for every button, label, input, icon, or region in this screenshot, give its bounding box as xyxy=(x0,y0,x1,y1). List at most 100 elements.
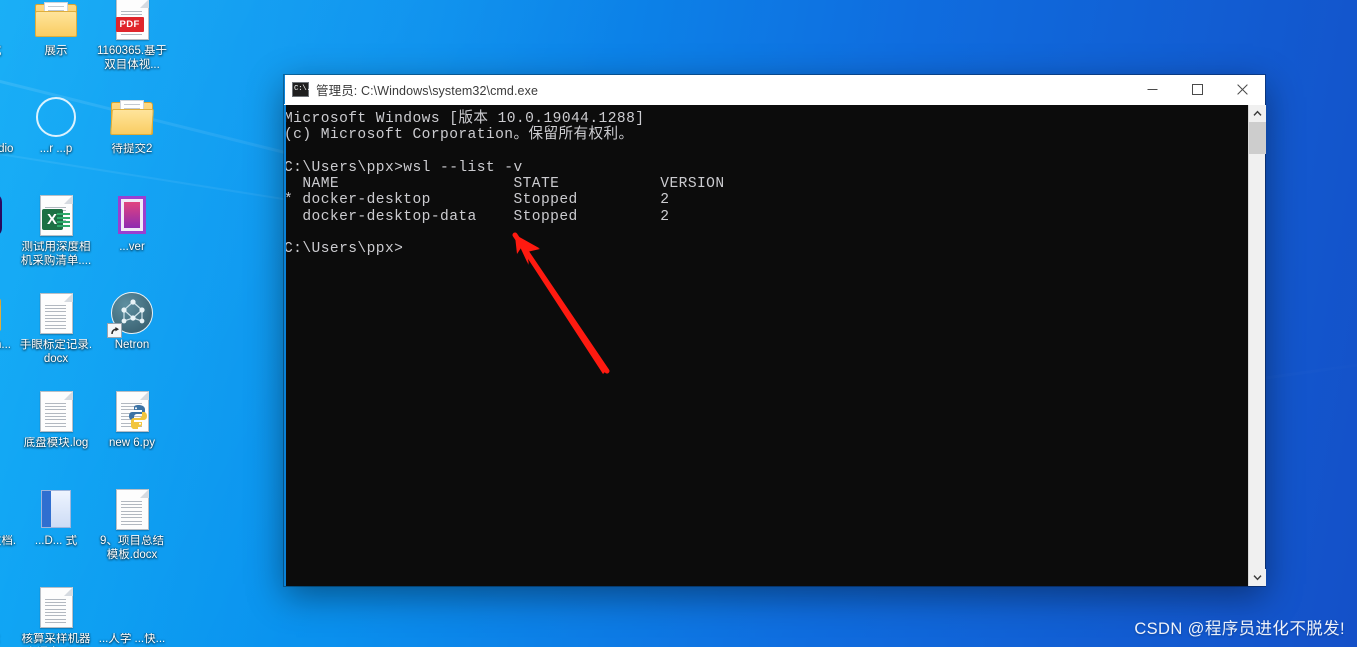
scroll-up-button[interactable] xyxy=(1249,105,1266,122)
circle-app-icon xyxy=(36,97,76,137)
python-file-icon xyxy=(116,391,149,432)
scrollbar-thumb[interactable] xyxy=(1249,122,1266,154)
document-icon xyxy=(40,587,73,628)
desktop-icon-art xyxy=(0,0,3,42)
desktop-icon-label: 1160365.基于双目体视... xyxy=(95,45,169,72)
desktop-icon-art xyxy=(33,94,79,140)
desktop[interactable]: ...le... 式展示 PDF 1160365.基于双目体视... Visual S… xyxy=(0,0,1357,647)
desktop-icon-label: ...图书 xyxy=(0,437,17,451)
desktop-icon-label: ...D... 式 xyxy=(19,535,93,549)
desktop-icon[interactable]: 9、项目总结模板.docx xyxy=(94,482,170,580)
console-line: * docker-desktop Stopped 2 xyxy=(284,192,1248,208)
window-controls[interactable] xyxy=(1130,75,1265,105)
folder-icon xyxy=(35,2,77,37)
desktop-icon-label: ...r ...p xyxy=(19,143,93,157)
pdf-badge: PDF xyxy=(116,17,144,32)
scrollbar-track[interactable] xyxy=(1249,122,1265,569)
console-lines: Microsoft Windows [版本 10.0.19044.1288](c… xyxy=(284,111,1248,258)
close-button[interactable] xyxy=(1220,75,1265,105)
maximize-button[interactable] xyxy=(1175,75,1220,105)
desktop-icon[interactable]: ...D... 式 xyxy=(18,482,94,580)
desktop-icon-art xyxy=(33,0,79,42)
desktop-icon-label: 测试用深度相机采购清单.... xyxy=(19,241,93,268)
desktop-icon[interactable]: new 6.py xyxy=(94,384,170,482)
folder-icon xyxy=(0,296,1,331)
desktop-icon-label: Visual Studio 20... xyxy=(0,143,17,170)
document-icon xyxy=(40,293,73,334)
viewer-app-icon xyxy=(118,196,146,234)
desktop-icon[interactable]: ...r ...p xyxy=(18,90,94,188)
desktop-icon[interactable]: Visual Studio 20... xyxy=(0,90,18,188)
desktop-icon-label: 手眼标定记录.docx xyxy=(19,339,93,366)
desktop-icon-art xyxy=(109,290,155,336)
desktop-icon-grid[interactable]: ...le... 式展示 PDF 1160365.基于双目体视... Visual S… xyxy=(0,0,272,647)
desktop-icon[interactable]: X 测试用深度相机采购清单.... xyxy=(18,188,94,286)
desktop-icon-art xyxy=(0,94,3,140)
console-line xyxy=(284,144,1248,160)
desktop-icon-art xyxy=(109,94,155,140)
visual-studio-icon xyxy=(0,96,1,138)
desktop-icon[interactable]: 核算采样机器人调查.docx xyxy=(18,580,94,647)
blue-document-icon xyxy=(41,490,71,528)
desktop-icon[interactable]: Netron xyxy=(94,286,170,384)
console-line: C:\Users\ppx> xyxy=(284,241,1248,257)
cmd-console-icon xyxy=(292,82,309,97)
desktop-icon[interactable]: ...图书 xyxy=(0,384,18,482)
desktop-icon[interactable]: ...ver xyxy=(94,188,170,286)
desktop-icon-label: Inspection... xyxy=(0,339,17,353)
minimize-button[interactable] xyxy=(1130,75,1175,105)
console-line: docker-desktop-data Stopped 2 xyxy=(284,209,1248,225)
console-left-edge xyxy=(284,105,286,586)
desktop-icon-art xyxy=(0,192,3,238)
csdn-watermark: CSDN @程序员进化不脱发! xyxy=(1134,615,1345,639)
desktop-icon-art: X xyxy=(33,192,79,238)
window-accent-edge xyxy=(284,75,285,104)
shortcut-overlay-icon xyxy=(107,323,122,338)
console-scrollbar[interactable] xyxy=(1248,105,1265,586)
desktop-icon-label: 待提交2 xyxy=(95,143,169,157)
console-line: (c) Microsoft Corporation。保留所有权利。 xyxy=(284,127,1248,143)
desktop-icon-art xyxy=(0,486,3,532)
desktop-icon-label: new 6.py xyxy=(95,437,169,451)
folder-open-icon xyxy=(111,100,153,135)
desktop-icon[interactable]: Pixso xyxy=(0,188,18,286)
document-icon xyxy=(116,489,149,530)
cmd-window[interactable]: 管理员: C:\Windows\system32\cmd.exe xyxy=(284,75,1265,586)
cmd-body: Microsoft Windows [版本 10.0.19044.1288](c… xyxy=(284,105,1265,586)
desktop-icon[interactable]: 手眼标定记录.docx xyxy=(18,286,94,384)
desktop-icon-art xyxy=(33,486,79,532)
desktop-icon[interactable]: 待提交2 xyxy=(94,90,170,188)
window-title: 管理员: C:\Windows\system32\cmd.exe xyxy=(316,80,538,99)
desktop-icon[interactable]: 新建文本文档.txt xyxy=(0,482,18,580)
desktop-icon-art xyxy=(0,388,3,434)
desktop-icon-label: 展示 xyxy=(19,45,93,59)
desktop-icon[interactable]: ...人学 ...快... xyxy=(94,580,170,647)
desktop-icon-art xyxy=(33,388,79,434)
desktop-icon-label: ...ver xyxy=(95,241,169,255)
desktop-icon-art: PDF xyxy=(109,0,155,42)
console-line: C:\Users\ppx>wsl --list -v xyxy=(284,160,1248,176)
desktop-icon[interactable]: 路径.txt xyxy=(0,580,18,647)
pixso-app-icon xyxy=(0,193,2,237)
desktop-icon[interactable]: ...le... 式 xyxy=(0,0,18,90)
desktop-icon-art xyxy=(109,192,155,238)
desktop-icon-art xyxy=(109,388,155,434)
desktop-icon-label: ...le... 式 xyxy=(0,45,17,59)
cmd-titlebar[interactable]: 管理员: C:\Windows\system32\cmd.exe xyxy=(284,75,1265,105)
document-icon xyxy=(40,391,73,432)
desktop-icon-label: ...人学 ...快... xyxy=(95,633,169,647)
desktop-icon-label: 路径.txt xyxy=(0,633,17,647)
desktop-icon[interactable]: 展示 xyxy=(18,0,94,90)
desktop-icon[interactable]: 底盘模块.log xyxy=(18,384,94,482)
desktop-icon-label: Netron xyxy=(95,339,169,353)
desktop-icon[interactable]: Inspection... xyxy=(0,286,18,384)
desktop-icon-label: 底盘模块.log xyxy=(19,437,93,451)
scroll-down-button[interactable] xyxy=(1249,569,1266,586)
desktop-icon-label: 9、项目总结模板.docx xyxy=(95,535,169,562)
console-line: Microsoft Windows [版本 10.0.19044.1288] xyxy=(284,111,1248,127)
pdf-document-icon: PDF xyxy=(116,0,149,40)
desktop-icon-art xyxy=(0,290,3,336)
excel-document-icon: X xyxy=(40,195,73,236)
desktop-icon[interactable]: PDF 1160365.基于双目体视... xyxy=(94,0,170,90)
console-output-area[interactable]: Microsoft Windows [版本 10.0.19044.1288](c… xyxy=(284,105,1248,586)
